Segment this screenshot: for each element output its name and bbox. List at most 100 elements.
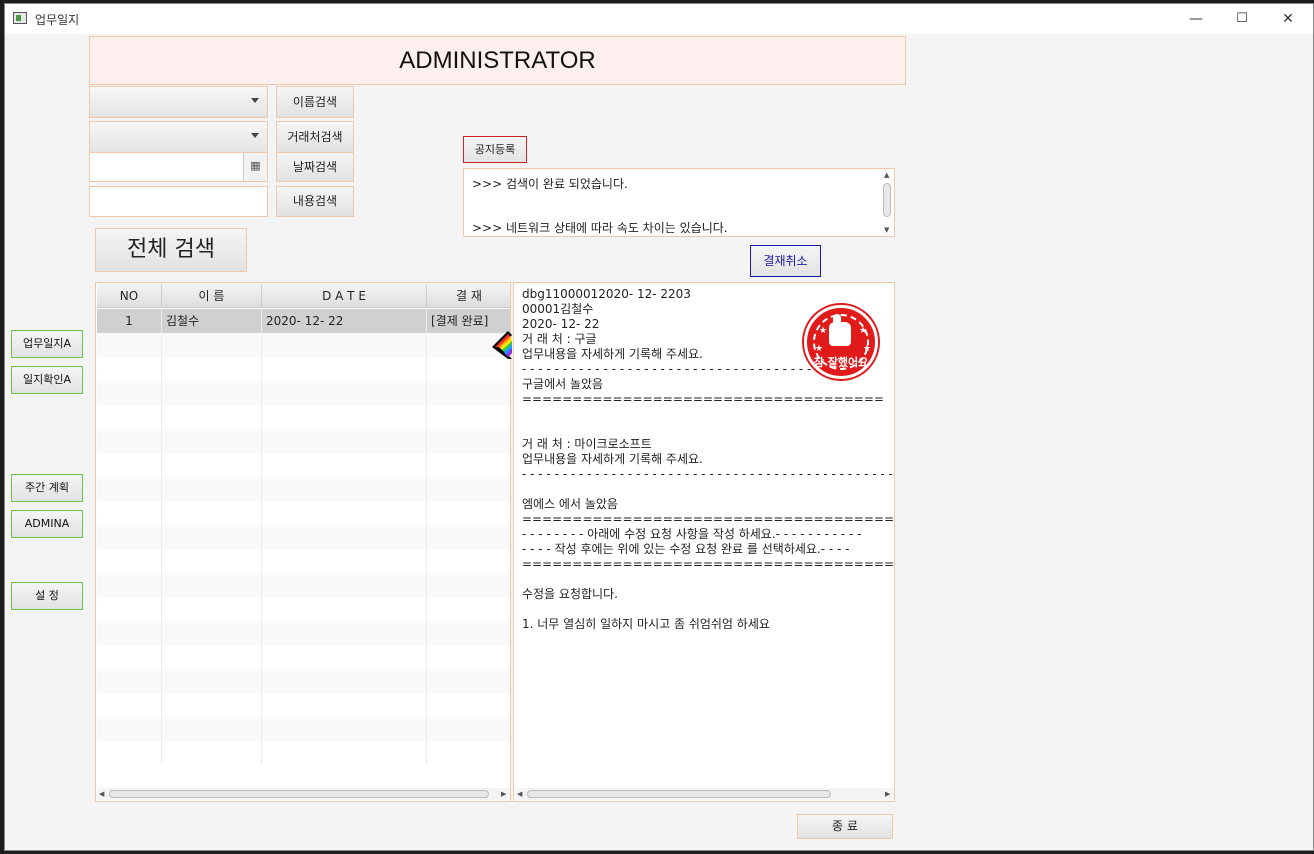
sidebar-item-journal[interactable]: 업무일지A	[11, 330, 83, 358]
table-row[interactable]	[97, 573, 510, 597]
cell-no: 1	[97, 309, 162, 333]
table-row[interactable]	[97, 669, 510, 693]
table-row[interactable]	[97, 525, 510, 549]
table-row[interactable]	[97, 717, 510, 741]
detail-line: 엠에스 에서 놀았음	[522, 497, 618, 511]
table-cell	[427, 453, 510, 477]
table-row[interactable]	[97, 501, 510, 525]
table-row[interactable]	[97, 693, 510, 717]
scroll-left-icon[interactable]: ◀	[517, 790, 522, 798]
scroll-thumb[interactable]	[109, 790, 489, 798]
approval-stamp: ★ ★ ★ ★ 참 잘했어요	[804, 305, 878, 379]
scroll-left-icon[interactable]: ◀	[99, 790, 104, 798]
detail-line: - - - - - - - - 아래에 수정 요청 사항을 작성 하세요.- -…	[522, 527, 862, 541]
table-row[interactable]	[97, 381, 510, 405]
rainbow-cursor-icon	[492, 331, 512, 359]
table-cell	[262, 621, 427, 645]
star-icon: ★	[859, 326, 868, 336]
name-search-button[interactable]: 이름검색	[276, 86, 354, 118]
client-combo[interactable]	[89, 121, 268, 153]
table-cell	[262, 477, 427, 501]
chevron-down-icon	[251, 133, 259, 138]
table-row[interactable]	[97, 621, 510, 645]
table-cell	[162, 669, 262, 693]
window-title: 업무일지	[35, 13, 80, 27]
table-hscrollbar[interactable]: ◀ ▶	[97, 788, 510, 800]
table-row[interactable]: 1 김철수 2020- 12- 22 [결제 완료]	[97, 309, 510, 333]
column-header-name[interactable]: 이 름	[162, 284, 262, 308]
scroll-down-icon[interactable]: ▼	[884, 226, 889, 234]
table-row[interactable]	[97, 597, 510, 621]
scroll-thumb[interactable]	[883, 183, 891, 217]
close-icon[interactable]: ✕	[1265, 4, 1311, 34]
table-cell	[162, 645, 262, 669]
cancel-approval-button[interactable]: 결재취소	[750, 245, 821, 277]
table-row[interactable]	[97, 429, 510, 453]
table-cell	[427, 405, 510, 429]
table-cell	[97, 741, 162, 765]
table-cell	[97, 429, 162, 453]
table-header: NO 이 름 D A T E 결 재	[97, 284, 510, 308]
table-row[interactable]	[97, 333, 510, 357]
content-search-button[interactable]: 내용검색	[276, 186, 354, 217]
sidebar-item-admin[interactable]: ADMINA	[11, 510, 83, 538]
maximize-icon[interactable]: ☐	[1219, 4, 1265, 34]
column-header-date[interactable]: D A T E	[262, 284, 427, 308]
table-cell	[162, 573, 262, 597]
table-cell	[162, 357, 262, 381]
detail-textarea[interactable]: dbg11000012020- 12- 2203 00001김철수 2020- 12…	[513, 282, 895, 802]
table-row[interactable]	[97, 405, 510, 429]
table-cell	[97, 597, 162, 621]
cell-date: 2020- 12- 22	[262, 309, 427, 333]
table-row[interactable]	[97, 357, 510, 381]
star-icon: ★	[815, 344, 824, 354]
scroll-right-icon[interactable]: ▶	[501, 790, 506, 798]
notice-register-button[interactable]: 공지등록	[463, 136, 527, 163]
detail-line: 업무내용을 자세하게 기록해 주세요.	[522, 452, 703, 466]
table-cell	[262, 669, 427, 693]
date-search-button[interactable]: 날짜검색	[276, 152, 354, 182]
exit-button[interactable]: 종 료	[797, 814, 893, 839]
scroll-thumb[interactable]	[527, 790, 831, 798]
table-cell	[427, 741, 510, 765]
name-combo[interactable]	[89, 86, 268, 118]
title-bar: 업무일지 — ☐ ✕	[5, 4, 1313, 34]
sidebar-item-weekly-plan[interactable]: 주간 계획	[11, 474, 83, 502]
scroll-up-icon[interactable]: ▲	[884, 171, 889, 179]
table-cell	[427, 645, 510, 669]
table-cell	[427, 669, 510, 693]
minimize-icon[interactable]: —	[1173, 4, 1219, 34]
content-input[interactable]	[89, 186, 268, 217]
column-header-no[interactable]: NO	[97, 284, 162, 308]
sidebar-item-journal-check[interactable]: 일지확인A	[11, 366, 83, 394]
table-row[interactable]	[97, 645, 510, 669]
table-cell	[97, 717, 162, 741]
table-row[interactable]	[97, 453, 510, 477]
detail-line: ====================================	[522, 392, 884, 406]
table-row[interactable]	[97, 477, 510, 501]
date-picker[interactable]: ▦	[89, 152, 268, 182]
table-row[interactable]	[97, 549, 510, 573]
log-textarea[interactable]: >>> 검색이 완료 되었습니다. >>> 네트워크 상태에 따라 속도 차이는…	[463, 168, 895, 237]
client-search-button[interactable]: 거래처검색	[276, 121, 354, 153]
scroll-right-icon[interactable]: ▶	[885, 790, 890, 798]
log-line: >>> 네트워크 상태에 따라 속도 차이는 있습니다.	[472, 221, 728, 235]
sidebar-item-settings[interactable]: 설 정	[11, 582, 83, 610]
detail-line: 1. 너무 열심히 일하지 마시고 좀 쉬엄쉬엄 하세요	[522, 617, 770, 631]
table-cell	[262, 525, 427, 549]
table-cell	[262, 333, 427, 357]
column-header-approval[interactable]: 결 재	[427, 284, 510, 308]
cell-name: 김철수	[162, 309, 262, 333]
all-search-button[interactable]: 전체 검색	[95, 228, 247, 272]
detail-line: 수정을 요청합니다.	[522, 587, 618, 601]
log-scrollbar[interactable]: ▲ ▼	[882, 171, 892, 234]
table-cell	[262, 549, 427, 573]
table-cell	[262, 717, 427, 741]
detail-line: 00001김철수	[522, 302, 594, 316]
thumbs-up-icon	[829, 314, 851, 346]
table-cell	[162, 741, 262, 765]
table-cell	[162, 501, 262, 525]
table-row[interactable]	[97, 741, 510, 765]
calendar-icon[interactable]: ▦	[243, 153, 267, 181]
detail-hscrollbar[interactable]: ◀ ▶	[515, 788, 894, 800]
